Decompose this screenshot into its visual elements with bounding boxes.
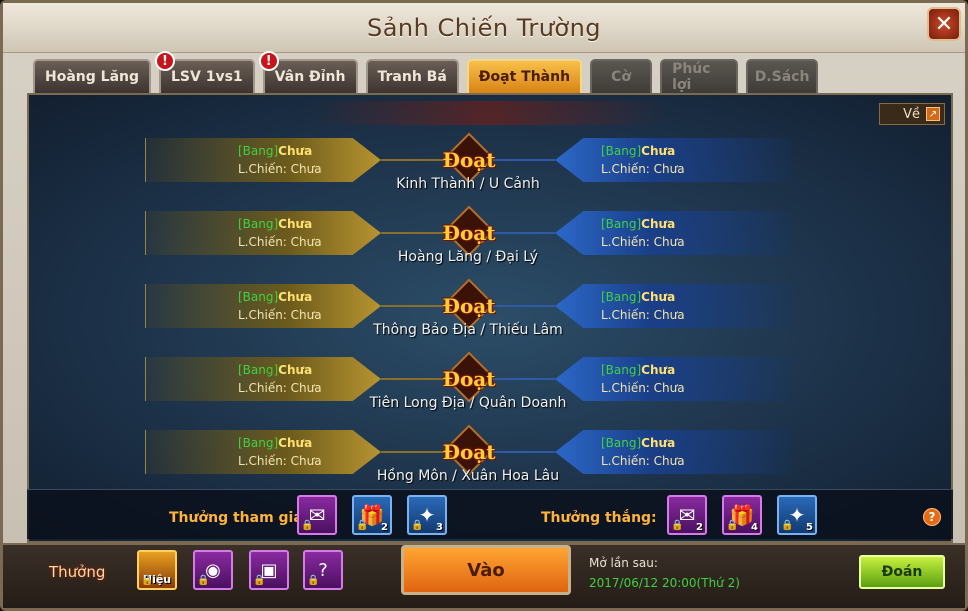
- lock-icon: 🔒: [781, 520, 794, 531]
- title-badge-icon[interactable]: Hiệu 🔒: [137, 550, 177, 590]
- item-count: 3: [436, 522, 443, 533]
- orb-icon[interactable]: ◉ 🔒: [193, 550, 233, 590]
- tab-lsv-1vs1[interactable]: ! LSV 1vs1: [155, 51, 255, 93]
- doat-label: Đoạt: [442, 294, 496, 318]
- mystery-item-icon[interactable]: ? 🔒: [303, 550, 343, 590]
- lock-icon: 🔒: [197, 575, 210, 586]
- tab-hoang-lang[interactable]: Hoàng Lăng: [33, 59, 152, 93]
- match-title: Tiên Long Địa / Quân Doanh: [369, 395, 567, 411]
- help-icon[interactable]: ?: [923, 508, 941, 526]
- alert-icon: !: [155, 51, 176, 71]
- guild-name: Chưa: [641, 290, 676, 304]
- doat-label: Đoạt: [442, 367, 496, 391]
- guild-name: Chưa: [278, 217, 313, 231]
- match-row: [Bang]Chưa L.Chiến: Chưa [Bang]Chưa L.Ch…: [145, 424, 791, 496]
- window-title: Sảnh Chiến Trường: [366, 13, 602, 42]
- scroll-icon[interactable]: ✦ 🔒 5: [777, 495, 817, 535]
- title-bar: Sảnh Chiến Trường: [3, 3, 965, 53]
- guild-tag: [Bang]: [601, 363, 642, 377]
- match-row: [Bang]Chưa L.Chiến: Chưa [Bang]Chưa L.Ch…: [145, 351, 791, 423]
- tab-label: Hoàng Lăng: [45, 69, 140, 85]
- tab-d-sach[interactable]: D.Sách: [746, 59, 819, 93]
- scroll-icon[interactable]: ✦ 🔒 3: [407, 495, 447, 535]
- tab-label: D.Sách: [754, 69, 810, 85]
- guess-button[interactable]: Đoán: [859, 555, 945, 589]
- item-count: 5: [806, 522, 813, 533]
- guild-name: Chưa: [641, 144, 676, 158]
- back-arrow-icon: ↗: [926, 107, 940, 121]
- item-count: 2: [696, 522, 703, 533]
- guild-tag: [Bang]: [238, 144, 279, 158]
- gift-box-icon[interactable]: 🎁 🔒 4: [722, 495, 762, 535]
- tab-label: Phúc lợi: [672, 61, 711, 93]
- gift-box-icon[interactable]: 🎁 🔒 2: [352, 495, 392, 535]
- tab-co[interactable]: Cờ: [590, 59, 653, 93]
- bottom-bar: Thưởng Hiệu 🔒 ◉ 🔒 ▣ 🔒 ? 🔒 Vào Mở lần sau…: [3, 543, 965, 608]
- guild-tag: [Bang]: [601, 144, 642, 158]
- token-icon[interactable]: ✉ 🔒: [297, 495, 337, 535]
- tab-label: LSV 1vs1: [171, 69, 243, 85]
- match-row: [Bang]Chưa L.Chiến: Chưa [Bang]Chưa L.Ch…: [145, 205, 791, 277]
- battlefield-hall-window: Sảnh Chiến Trường ✕ Hoàng Lăng ! LSV 1vs…: [0, 0, 968, 611]
- guild-name: Chưa: [278, 363, 313, 377]
- tab-label: Vân Đỉnh: [274, 69, 346, 85]
- guild-tag: [Bang]: [238, 436, 279, 450]
- doat-label: Đoạt: [442, 148, 496, 172]
- guild-tag: [Bang]: [238, 217, 279, 231]
- alert-icon: !: [258, 51, 279, 71]
- rewards-bar: Thưởng tham gia: ✉ 🔒 🎁 🔒 2 ✦ 🔒 3 Thưởng …: [27, 489, 953, 539]
- decorative-band: [309, 101, 669, 125]
- tab-phuc-loi[interactable]: Phúc lợi: [660, 59, 739, 93]
- lock-icon: 🔒: [301, 520, 314, 531]
- tab-tranh-ba[interactable]: Tranh Bá: [365, 59, 459, 93]
- item-count: 4: [751, 522, 758, 533]
- tab-van-dinh[interactable]: ! Vân Đỉnh: [258, 51, 358, 93]
- doat-label: Đoạt: [442, 440, 496, 464]
- close-button[interactable]: ✕: [927, 7, 961, 41]
- back-label: Về: [903, 106, 920, 122]
- item-count: 2: [381, 522, 388, 533]
- doat-label: Đoạt: [442, 221, 496, 245]
- close-icon: ✕: [934, 11, 954, 37]
- lock-icon: 🔒: [253, 575, 266, 586]
- guild-tag: [Bang]: [601, 217, 642, 231]
- guild-name: Chưa: [641, 436, 676, 450]
- tab-label: Cờ: [611, 69, 632, 85]
- guild-name: Chưa: [641, 217, 676, 231]
- guild-tag: [Bang]: [238, 363, 279, 377]
- guild-name: Chưa: [278, 290, 313, 304]
- next-open-time: 2017/06/12 20:00(Thứ 2): [589, 576, 740, 590]
- tab-doat-thanh[interactable]: Đoạt Thành: [466, 59, 583, 93]
- next-open-label: Mở lần sau:: [589, 556, 658, 570]
- tab-bar: Hoàng Lăng ! LSV 1vs1 ! Vân Đỉnh Tranh B…: [33, 51, 819, 93]
- match-row: [Bang]Chưa L.Chiến: Chưa [Bang]Chưa L.Ch…: [145, 132, 791, 204]
- lock-icon: 🔒: [141, 575, 154, 586]
- participate-reward-label: Thưởng tham gia:: [169, 510, 309, 526]
- reward-section-label: Thưởng: [49, 563, 106, 581]
- match-title: Thông Bảo Địa / Thiếu Lâm: [373, 322, 563, 338]
- token-icon[interactable]: ✉ 🔒 2: [667, 495, 707, 535]
- match-title: Hồng Môn / Xuân Hoa Lâu: [376, 468, 560, 484]
- back-button[interactable]: Về ↗: [879, 103, 945, 125]
- lock-icon: 🔒: [307, 575, 320, 586]
- match-row: [Bang]Chưa L.Chiến: Chưa [Bang]Chưa L.Ch…: [145, 278, 791, 350]
- enter-button[interactable]: Vào: [401, 545, 571, 595]
- tab-label: Đoạt Thành: [478, 69, 571, 85]
- lock-icon: 🔒: [726, 520, 739, 531]
- guild-tag: [Bang]: [601, 290, 642, 304]
- tab-label: Tranh Bá: [377, 69, 447, 85]
- tablet-icon[interactable]: ▣ 🔒: [249, 550, 289, 590]
- match-title: Hoàng Lăng / Đại Lý: [397, 249, 539, 265]
- win-reward-label: Thưởng thắng:: [541, 510, 657, 526]
- guild-tag: [Bang]: [601, 436, 642, 450]
- guild-name: Chưa: [278, 144, 313, 158]
- lock-icon: 🔒: [356, 520, 369, 531]
- guild-name: Chưa: [278, 436, 313, 450]
- match-title: Kinh Thành / U Cảnh: [396, 176, 540, 192]
- guild-name: Chưa: [641, 363, 676, 377]
- lock-icon: 🔒: [411, 520, 424, 531]
- guild-tag: [Bang]: [238, 290, 279, 304]
- lock-icon: 🔒: [671, 520, 684, 531]
